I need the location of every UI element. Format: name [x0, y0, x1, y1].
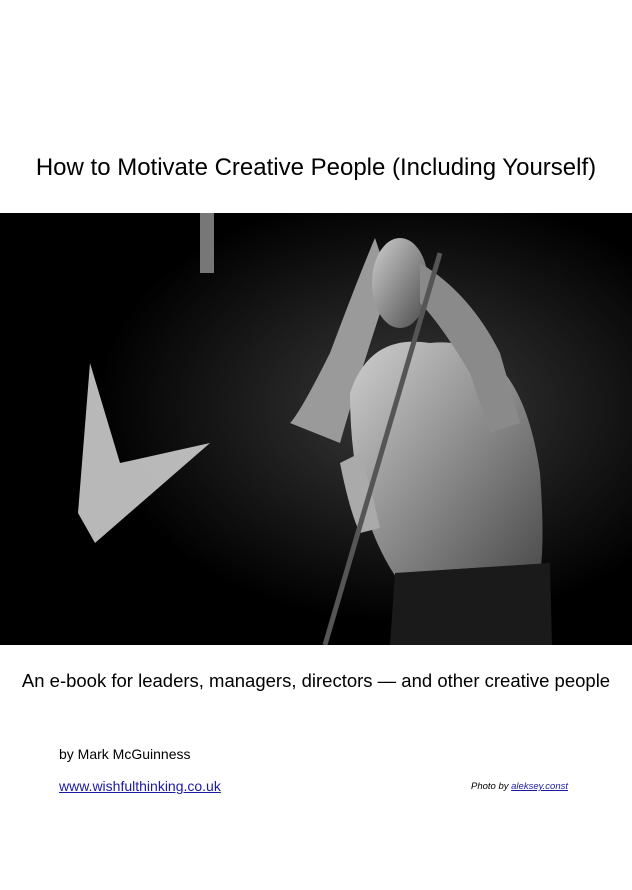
author-line: by Mark McGuinness — [59, 746, 191, 762]
photo-credit: Photo by aleksey.const — [471, 781, 568, 792]
photo-credit-prefix: Photo by — [471, 781, 509, 792]
singer-photo-image — [0, 213, 632, 646]
cover-photo — [0, 213, 632, 646]
document-subtitle: An e-book for leaders, managers, directo… — [21, 670, 611, 691]
website-link[interactable]: www.wishfulthinking.co.uk — [59, 778, 221, 794]
document-title: How to Motivate Creative People (Includi… — [35, 154, 597, 181]
photo-credit-link[interactable]: aleksey.const — [511, 781, 568, 792]
